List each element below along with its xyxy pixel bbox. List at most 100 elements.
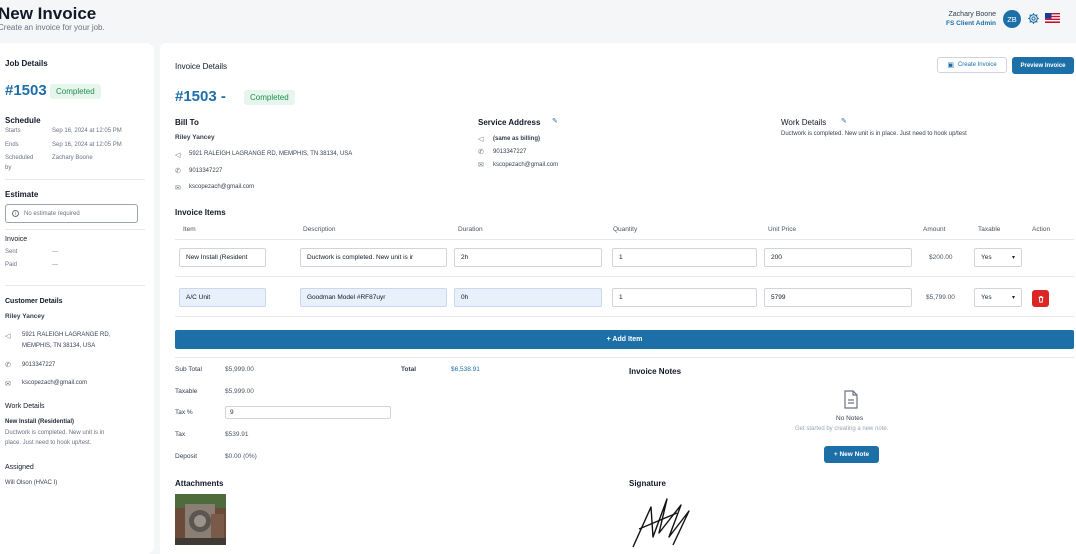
paid-label: Paid	[5, 262, 18, 268]
customer-name: Riley Yancey	[5, 313, 45, 320]
sent-value: ---	[52, 249, 58, 255]
bill-to-name: Riley Yancey	[175, 134, 215, 141]
us-flag-icon[interactable]	[1045, 13, 1060, 23]
total-label: Total	[401, 366, 417, 373]
page-subtitle: Create an invoice for your job.	[0, 23, 105, 32]
signature-heading: Signature	[629, 479, 666, 488]
col-unit-price: Unit Price	[768, 226, 797, 233]
phone-icon: ✆	[175, 168, 181, 175]
work-title: New Install (Residential)	[5, 419, 75, 425]
total-value: $6,538.91	[451, 366, 480, 373]
item-unit-price-input[interactable]: 200	[764, 248, 912, 267]
notes-hint: Get started by creating a new note.	[795, 426, 889, 432]
no-notes-text: No Notes	[836, 415, 864, 422]
sub-total-value: $5,999.00	[225, 366, 254, 373]
estimate-value: No estimate required	[24, 210, 80, 217]
invoice-job-number: #1503 -	[175, 88, 226, 105]
bill-to-address: 5921 RALEIGH LAGRANGE RD, MEMPHIS, TN 38…	[189, 151, 353, 157]
work-details-text: Ductwork is completed. New unit is in pl…	[781, 131, 967, 137]
mail-icon: ✉	[175, 185, 181, 192]
edit-icon[interactable]: ✎	[552, 117, 558, 125]
ends-value: Sep 16, 2024 at 12:05 PM	[52, 142, 122, 148]
work-details-heading: Work Details	[781, 118, 827, 127]
tax-value: $539.91	[225, 431, 249, 438]
work-description-line2: place. Just need to hook up/test.	[5, 440, 92, 446]
service-address-value: (same as billing)	[493, 136, 541, 142]
taxable-value: $5,999.00	[225, 388, 254, 395]
sent-label: Sent	[5, 249, 18, 255]
taxable-select[interactable]: Yes ▾	[974, 288, 1022, 307]
item-description-input[interactable]: Goodman Model #RF87uyr	[300, 288, 447, 307]
col-description: Description	[303, 226, 336, 233]
user-name: Zachary Boone	[948, 11, 996, 18]
assigned-heading: Assigned	[5, 464, 34, 471]
service-phone[interactable]: 9013347227	[493, 149, 526, 155]
bill-to-phone[interactable]: 9013347227	[189, 168, 222, 174]
col-taxable: Taxable	[978, 226, 1001, 233]
chevron-down-icon: ▾	[1011, 295, 1015, 301]
invoice-notes-heading: Invoice Notes	[629, 367, 682, 376]
col-amount: Amount	[923, 226, 946, 233]
item-name-input[interactable]: New Install (Resident	[179, 248, 266, 267]
location-icon: ◁	[175, 152, 181, 159]
attachment-thumbnail[interactable]	[175, 494, 226, 545]
job-number: #1503	[5, 82, 47, 99]
col-item: Item	[183, 226, 196, 233]
taxable-select[interactable]: Yes ▾	[974, 248, 1022, 267]
attachments-heading: Attachments	[175, 479, 224, 488]
phone-icon: ✆	[5, 362, 11, 369]
bill-to-email[interactable]: kscopezach@gmail.com	[189, 184, 254, 190]
schedule-heading: Schedule	[5, 116, 41, 125]
scheduled-by-label-2: by	[5, 165, 12, 171]
job-details-heading: Job Details	[5, 59, 48, 68]
estimate-box: i No estimate required	[5, 204, 138, 223]
edit-icon[interactable]: ✎	[841, 117, 847, 125]
item-duration-input[interactable]: 2h	[454, 248, 602, 267]
delete-item-button[interactable]	[1032, 290, 1049, 307]
item-name-input[interactable]: A/C Unit	[179, 288, 266, 307]
item-description-input[interactable]: Ductwork is completed. New unit is ir	[300, 248, 447, 267]
info-icon: i	[12, 210, 19, 217]
service-email[interactable]: kscopezach@gmail.com	[493, 162, 558, 168]
work-details-heading: Work Details	[5, 403, 45, 410]
item-quantity-input[interactable]: 1	[612, 248, 757, 267]
save-icon: ▣	[947, 62, 954, 69]
item-duration-input[interactable]: 0h	[454, 288, 602, 307]
invoice-status-badge: Completed	[244, 90, 295, 105]
item-quantity-input[interactable]: 1	[612, 288, 757, 307]
col-quantity: Quantity	[613, 226, 638, 233]
work-description-line1: Ductwork is completed. New unit is in	[5, 430, 105, 436]
scheduled-by-label: Scheduled	[5, 155, 34, 161]
item-unit-price-input[interactable]: 5799	[764, 288, 912, 307]
status-badge: Completed	[50, 84, 101, 99]
item-amount: $5,799.00	[926, 294, 955, 301]
new-note-button[interactable]: + New Note	[824, 446, 879, 463]
avatar[interactable]: ZB	[1003, 10, 1021, 28]
col-action: Action	[1032, 226, 1051, 233]
invoice-heading: Invoice	[5, 236, 28, 243]
service-address-heading: Service Address	[478, 118, 541, 127]
signature-image	[629, 493, 701, 548]
preview-invoice-button[interactable]: Preview Invoice	[1012, 57, 1074, 74]
bill-to-heading: Bill To	[175, 118, 199, 127]
tax-percent-input[interactable]: 9	[225, 406, 391, 419]
assigned-value: Will Olson (HVAC I)	[5, 480, 58, 486]
settings-icon[interactable]	[1027, 12, 1040, 25]
create-invoice-label: Create Invoice	[957, 62, 997, 68]
tax-label: Tax	[175, 431, 186, 438]
invoice-items-heading: Invoice Items	[175, 208, 226, 217]
trash-icon	[1038, 295, 1043, 303]
tax-percent-label: Tax %	[175, 409, 193, 416]
col-duration: Duration	[458, 226, 483, 233]
customer-phone[interactable]: 9013347227	[22, 362, 55, 368]
estimate-heading: Estimate	[5, 190, 39, 199]
add-item-button[interactable]: + Add Item	[175, 330, 1074, 349]
customer-email[interactable]: kscopezach@gmail.com	[22, 380, 87, 386]
scheduled-by-value: Zachary Boone	[52, 155, 93, 161]
page-title: New Invoice	[0, 4, 97, 23]
deposit-label: Deposit	[175, 453, 198, 460]
item-amount: $200.00	[929, 254, 953, 261]
starts-value: Sep 16, 2024 at 12:05 PM	[52, 128, 122, 134]
create-invoice-button[interactable]: ▣ Create Invoice	[937, 57, 1007, 73]
ends-label: Ends	[5, 142, 19, 148]
